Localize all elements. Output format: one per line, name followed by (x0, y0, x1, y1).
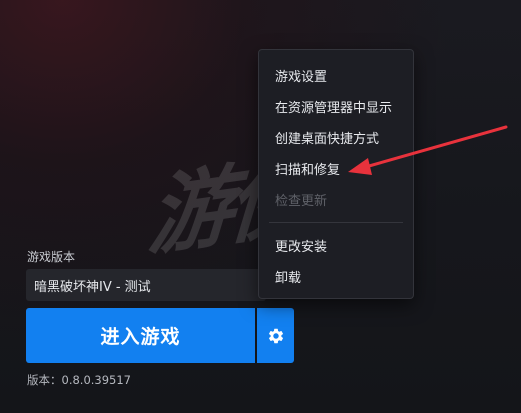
play-button[interactable]: 进入游戏 (26, 308, 255, 363)
version-number: 版本：0.8.0.39517 (27, 373, 131, 387)
menu-item-scan-and-repair[interactable]: 扫描和修复 (275, 159, 340, 178)
game-options-menu: 游戏设置 在资源管理器中显示 创建桌面快捷方式 扫描和修复 检查更新 更改安装 … (258, 49, 414, 299)
game-options-button[interactable] (257, 308, 294, 363)
menu-item-create-shortcut[interactable]: 创建桌面快捷方式 (275, 128, 379, 147)
menu-divider (269, 222, 403, 223)
menu-item-game-settings[interactable]: 游戏设置 (275, 66, 327, 85)
menu-item-check-updates: 检查更新 (275, 194, 328, 209)
game-version-selected-value: 暗黑破坏神IV - 测试 (34, 279, 151, 295)
launcher-window: 游侠网 游戏版本 暗黑破坏神IV - 测试 进入游戏 版本：0.8.0.3951… (0, 0, 521, 413)
game-version-label: 游戏版本 (27, 250, 76, 264)
gear-icon (268, 328, 283, 343)
menu-item-show-in-explorer[interactable]: 在资源管理器中显示 (275, 97, 392, 116)
menu-item-change-install[interactable]: 更改安装 (275, 236, 327, 255)
menu-item-uninstall[interactable]: 卸载 (275, 267, 301, 286)
game-version-select[interactable]: 暗黑破坏神IV - 测试 (26, 269, 266, 301)
play-button-label: 进入游戏 (100, 326, 181, 348)
